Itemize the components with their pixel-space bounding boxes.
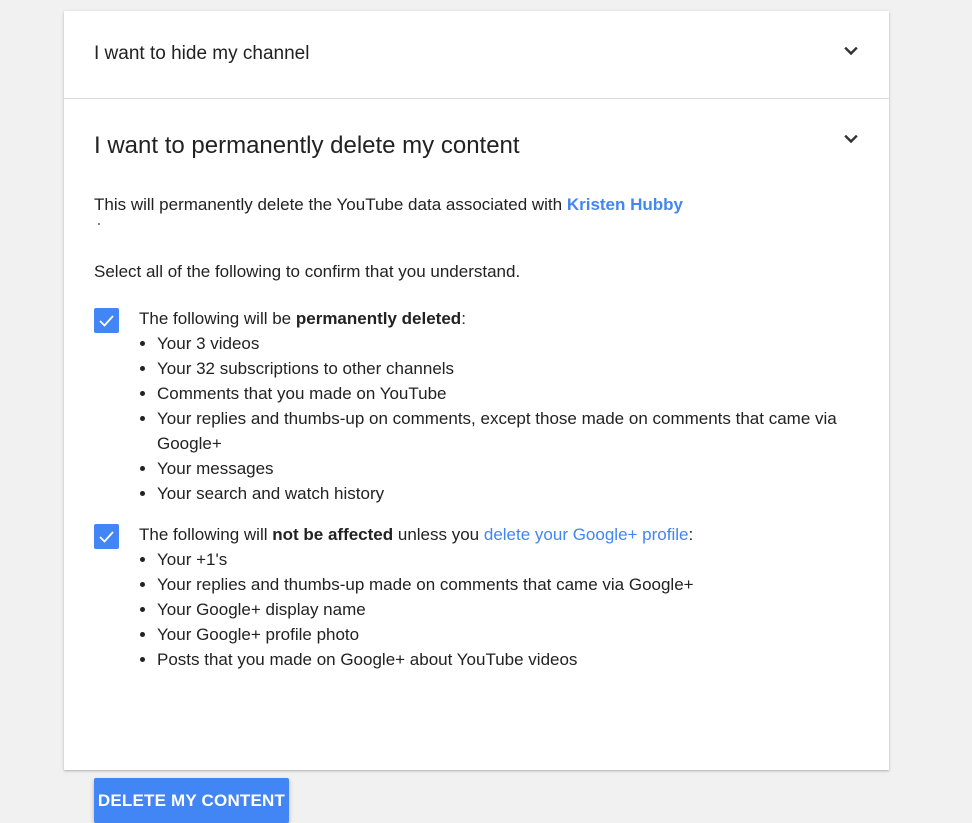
lead-bold: permanently deleted bbox=[295, 309, 462, 328]
list-item: Your 3 videos bbox=[157, 331, 879, 356]
lead-text: The following will be bbox=[139, 309, 296, 328]
channel-name-link[interactable]: Kristen Hubby bbox=[567, 195, 683, 214]
lead-tail: : bbox=[461, 309, 466, 328]
delete-google-plus-profile-link[interactable]: delete your Google+ profile bbox=[484, 525, 689, 544]
list-item: Comments that you made on YouTube bbox=[157, 381, 879, 406]
hide-channel-section[interactable]: I want to hide my channel bbox=[64, 11, 889, 99]
lead-mid: unless you bbox=[393, 525, 484, 544]
chevron-down-icon[interactable] bbox=[843, 43, 859, 59]
deleted-items-list: Your 3 videos Your 32 subscriptions to o… bbox=[139, 331, 879, 506]
not-affected-checkbox[interactable] bbox=[94, 524, 119, 549]
lead-tail: : bbox=[688, 525, 694, 544]
list-item: Your +1's bbox=[157, 547, 879, 572]
deleted-items-lead: The following will be permanently delete… bbox=[139, 306, 879, 331]
divider-dot bbox=[98, 223, 100, 225]
unaffected-items-body: The following will not be affected unles… bbox=[139, 522, 879, 672]
list-item: Your replies and thumbs-up on comments, … bbox=[157, 406, 879, 456]
unaffected-items-list: Your +1's Your replies and thumbs-up mad… bbox=[139, 547, 879, 672]
hide-channel-title[interactable]: I want to hide my channel bbox=[94, 43, 309, 65]
lead-bold: not be affected bbox=[272, 525, 394, 544]
intro-text: This will permanently delete the YouTube… bbox=[94, 195, 683, 215]
delete-my-content-button[interactable]: DELETE MY CONTENT bbox=[94, 778, 289, 823]
intro-label: This will permanently delete the YouTube… bbox=[94, 195, 567, 214]
deleted-items-body: The following will be permanently delete… bbox=[139, 306, 879, 506]
list-item: Your 32 subscriptions to other channels bbox=[157, 356, 879, 381]
unaffected-items-lead: The following will not be affected unles… bbox=[139, 522, 879, 547]
delete-content-card: I want to hide my channel I want to perm… bbox=[64, 11, 889, 823]
confirm-instruction: Select all of the following to confirm t… bbox=[94, 262, 521, 281]
lead-text: The following will bbox=[139, 525, 273, 544]
list-item: Your replies and thumbs-up made on comme… bbox=[157, 572, 879, 597]
list-item: Posts that you made on Google+ about You… bbox=[157, 647, 879, 672]
list-item: Your search and watch history bbox=[157, 481, 879, 506]
list-item: Your Google+ profile photo bbox=[157, 622, 879, 647]
delete-content-title[interactable]: I want to permanently delete my content bbox=[94, 132, 520, 160]
chevron-down-icon[interactable] bbox=[843, 131, 859, 147]
permanently-deleted-checkbox[interactable] bbox=[94, 308, 119, 333]
list-item: Your messages bbox=[157, 456, 879, 481]
list-item: Your Google+ display name bbox=[157, 597, 879, 622]
